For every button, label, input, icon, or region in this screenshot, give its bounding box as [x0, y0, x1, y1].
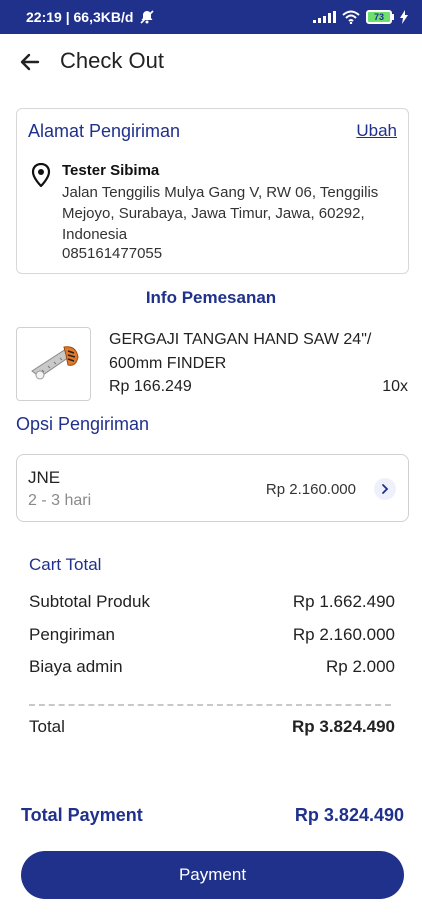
cart-total-value: Rp 3.824.490	[291, 717, 395, 736]
mute-bell-icon	[140, 10, 154, 24]
shipping-option-card[interactable]: JNE 2 - 3 hari Rp 2.160.000	[16, 454, 409, 522]
shipping-address-card: Alamat Pengiriman Ubah Tester Sibima Jal…	[16, 108, 409, 274]
product-name: GERGAJI TANGAN HAND SAW 24"/ 600mm FINDE…	[109, 331, 372, 372]
wifi-icon	[342, 10, 360, 24]
status-left: 22:19 | 66,3KB/d	[26, 9, 155, 25]
product-price: Rp 166.249	[109, 378, 192, 395]
cart-row-label: Pengiriman	[29, 625, 115, 644]
hand-saw-icon	[30, 346, 79, 380]
app-bar: Check Out	[0, 34, 422, 90]
cart-total-title: Cart Total	[29, 555, 102, 574]
status-bar: 22:19 | 66,3KB/d 73	[0, 0, 422, 34]
cart-row-shipping: Pengiriman Rp 2.160.000	[29, 625, 395, 645]
cart-row-subtotal: Subtotal Produk Rp 1.662.490	[29, 592, 395, 612]
total-payment-label: Total Payment	[21, 805, 143, 825]
arrow-left-icon[interactable]	[18, 50, 42, 74]
edit-address-link[interactable]: Ubah	[356, 121, 397, 141]
cart-row-value: Rp 2.160.000	[292, 625, 395, 644]
recipient-address: Jalan Tenggilis Mulya Gang V, RW 06, Ten…	[62, 184, 379, 243]
order-info-title: Info Pemesanan	[145, 288, 277, 307]
battery-icon: 73	[366, 10, 394, 24]
cart-row-total: Total Rp 3.824.490	[29, 717, 395, 737]
status-time-speed: 22:19 | 66,3KB/d	[26, 9, 134, 25]
battery-level: 73	[366, 10, 392, 24]
cart-row-label: Biaya admin	[29, 657, 123, 676]
delivery-eta: 2 - 3 hari	[28, 492, 92, 509]
product-thumbnail[interactable]	[16, 327, 91, 401]
location-pin-icon	[31, 163, 51, 187]
cart-row-admin-fee: Biaya admin Rp 2.000	[29, 657, 395, 677]
cart-divider	[29, 704, 391, 706]
courier-name: JNE	[28, 468, 61, 487]
charging-icon	[400, 10, 408, 24]
cart-row-value: Rp 1.662.490	[292, 592, 395, 611]
cart-row-value: Rp 2.000	[326, 657, 395, 676]
chevron-right-icon[interactable]	[374, 478, 396, 500]
signal-icon	[313, 11, 336, 23]
page-title: Check Out	[60, 48, 164, 73]
cart-total-label: Total	[29, 717, 65, 736]
payment-button[interactable]: Payment	[21, 851, 404, 899]
recipient-name: Tester Sibima	[62, 162, 160, 179]
address-section-title: Alamat Pengiriman	[28, 121, 181, 141]
shipping-options-title: Opsi Pengiriman	[16, 414, 150, 434]
shipping-price: Rp 2.160.000	[265, 481, 356, 498]
recipient-phone: 085161477055	[62, 245, 163, 262]
product-quantity: 10x	[382, 378, 408, 395]
cart-row-label: Subtotal Produk	[29, 592, 150, 611]
total-payment-value: Rp 3.824.490	[294, 805, 404, 825]
status-right: 73	[313, 10, 408, 24]
